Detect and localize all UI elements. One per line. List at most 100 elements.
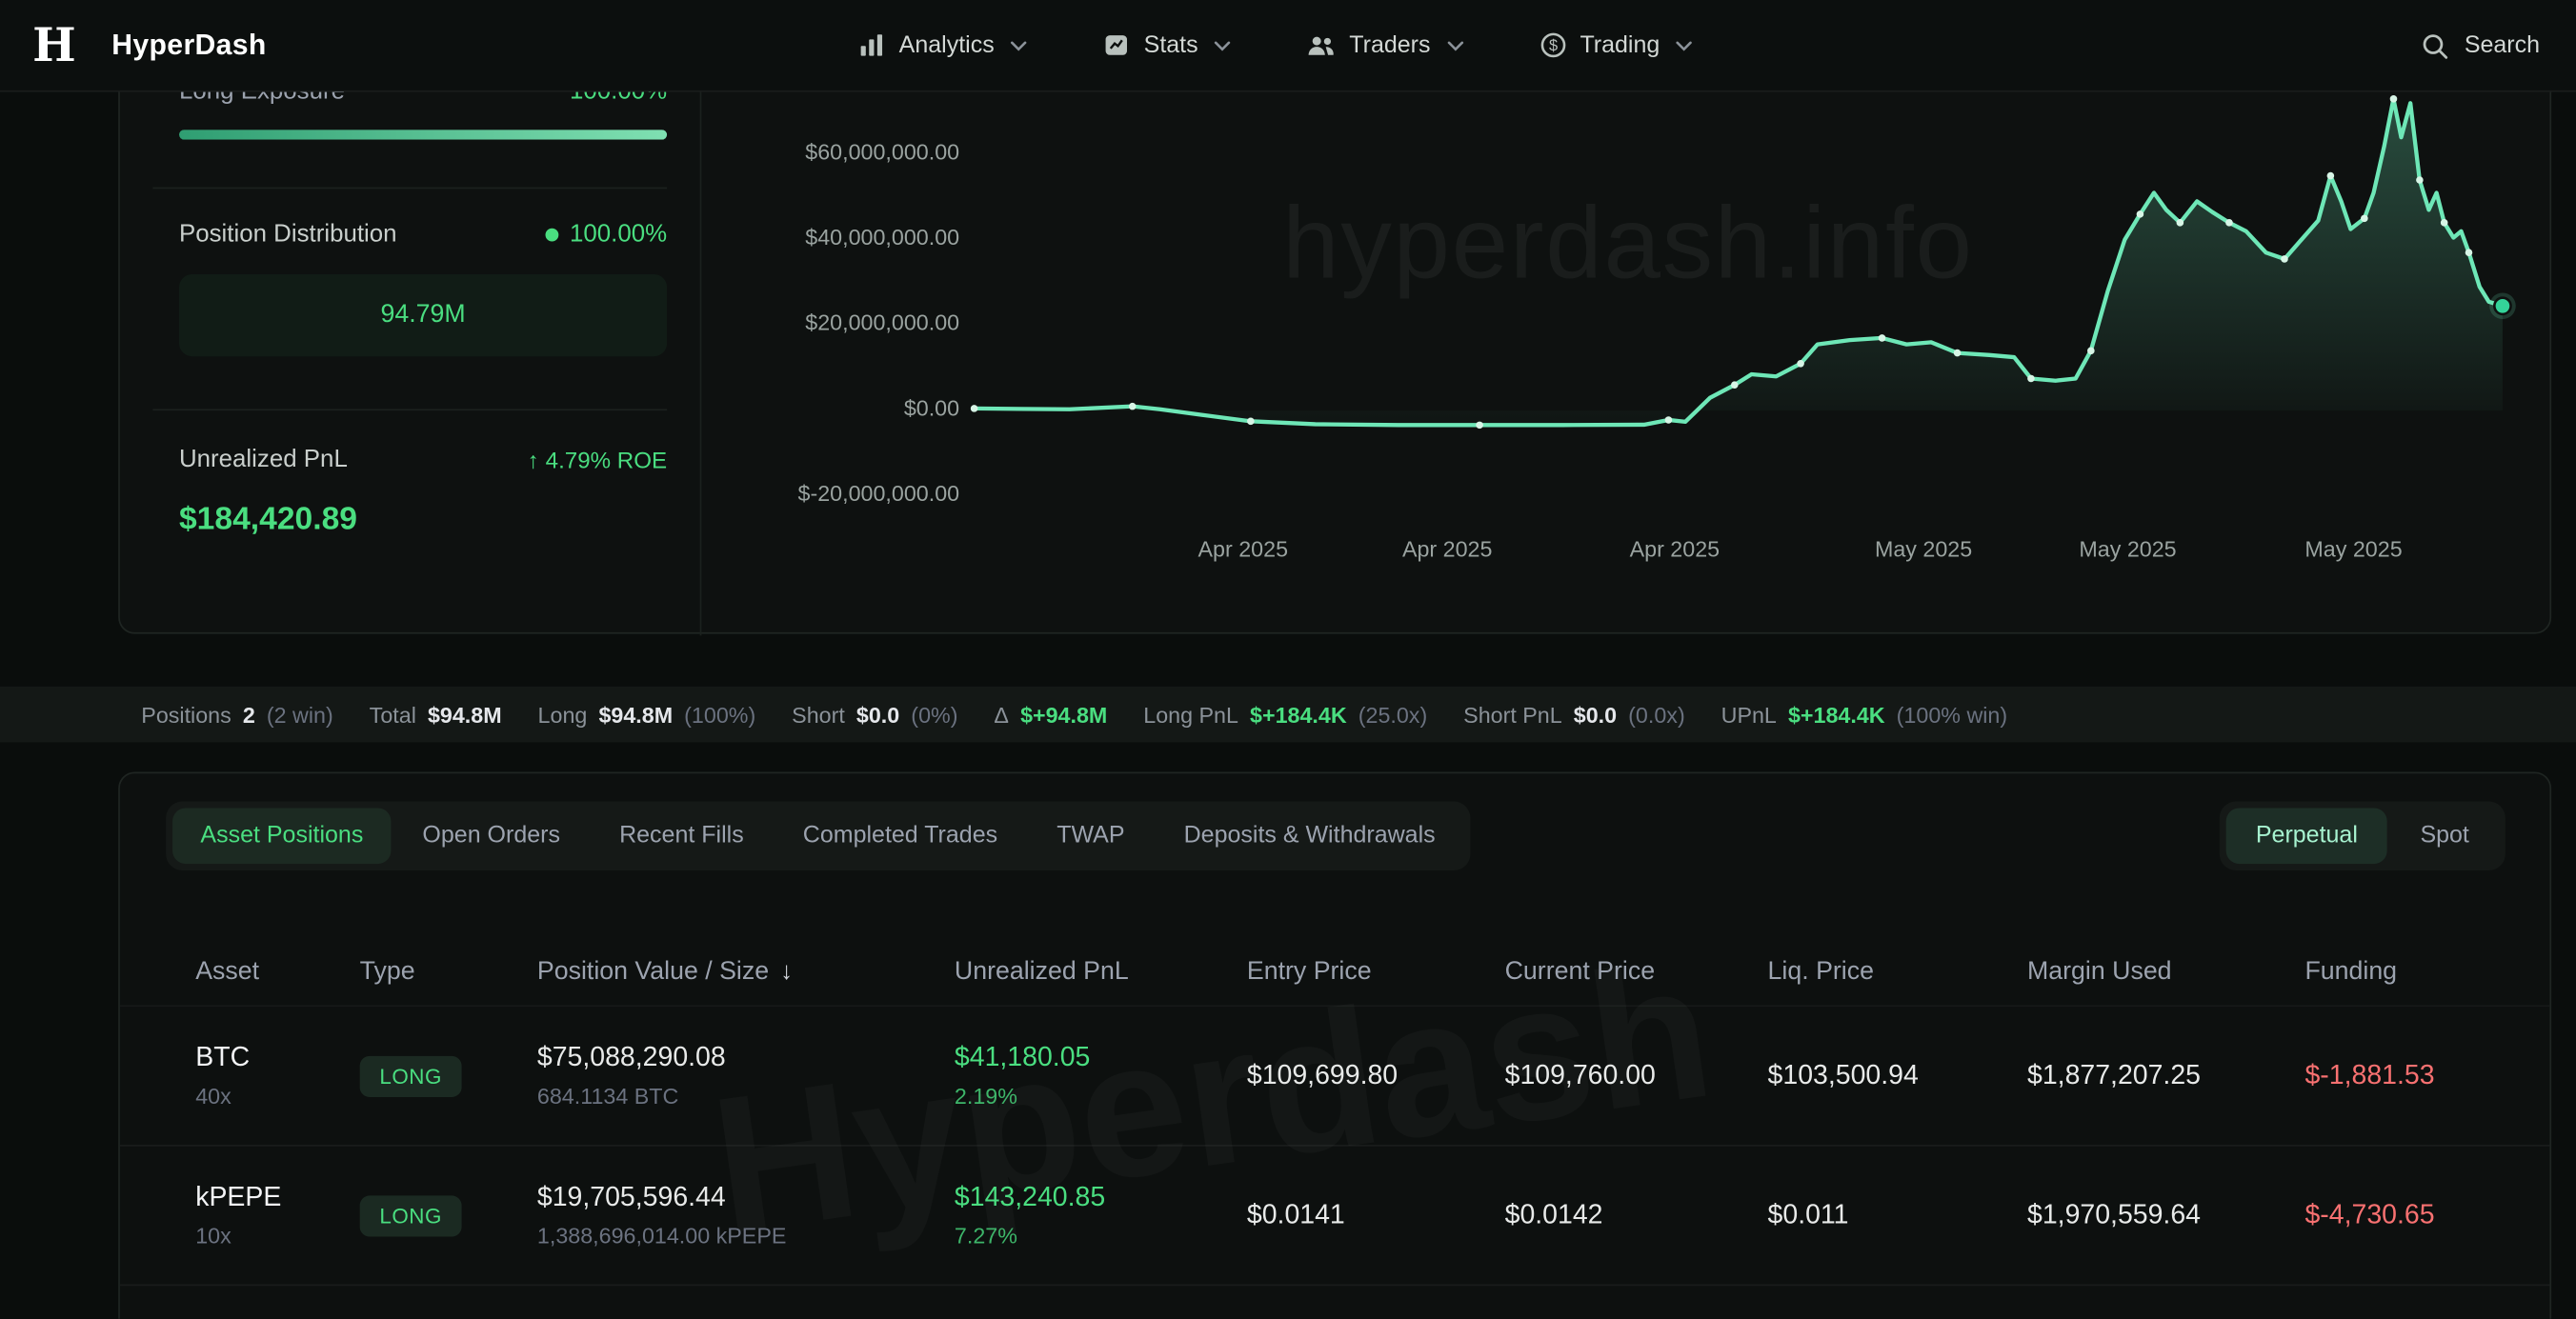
stat-value: $94.8M (598, 702, 673, 727)
cell-value: $-4,730.65 (2304, 1200, 2510, 1231)
cell-value: BTC (195, 1043, 359, 1074)
roe-value: 4.79% ROE (546, 446, 668, 472)
stat-label: Δ (994, 702, 1009, 727)
stat-item-positions: Positions 2 (2 win) (141, 702, 332, 727)
column-header-label: Type (360, 957, 415, 987)
column-header-position-value-size[interactable]: Position Value / Size↓ (537, 957, 955, 987)
tab-recent-fills[interactable]: Recent Fills (592, 808, 772, 864)
search-button[interactable]: Search (2420, 30, 2546, 60)
position-row-btc[interactable]: BTC40xLONG$75,088,290.08684.1134 BTC$41,… (120, 1007, 2550, 1147)
column-header-type[interactable]: Type (360, 957, 537, 987)
column-header-entry-price[interactable]: Entry Price (1247, 957, 1505, 987)
column-header-asset[interactable]: Asset (195, 957, 359, 987)
y-axis-label: $60,000,000.00 (805, 140, 959, 165)
y-axis-label: $40,000,000.00 (805, 225, 959, 250)
table-cell: $19,705,596.441,388,696,014.00 kPEPE (537, 1183, 955, 1249)
y-axis-label: $0.00 (904, 396, 959, 421)
stat-label: UPnL (1721, 702, 1777, 727)
chart-area-fill (975, 99, 2503, 425)
long-exposure-progress-fill (179, 130, 667, 139)
stat-item-short-pnl: Short PnL$0.0(0.0x) (1463, 702, 1685, 727)
brand-title[interactable]: HyperDash (111, 28, 266, 62)
chart-y-axis: $60,000,000.00 $40,000,000.00 $20,000,000.… (757, 93, 959, 520)
table-cell: $41,180.052.19% (955, 1043, 1247, 1109)
roe-wrap: ↑ 4.79% ROE (528, 446, 667, 472)
tab-twap[interactable]: TWAP (1029, 808, 1153, 864)
x-axis-label: Apr 2025 (1374, 537, 1521, 562)
position-distribution-value: 100.00% (570, 220, 667, 248)
stat-sub: (0.0x) (1628, 702, 1685, 727)
tab-spot[interactable]: Spot (2390, 808, 2499, 864)
portfolio-overview-card: Long Exposure 100.00% Position Distribut… (118, 0, 2551, 634)
chevron-down-icon (1447, 40, 1463, 50)
pnl-chart-plot[interactable] (975, 93, 2510, 520)
stat-sub: (25.0x) (1358, 702, 1427, 727)
analytics-bars-icon (858, 31, 886, 59)
table-cell: $109,699.80 (1247, 1060, 1505, 1091)
long-dot-icon (545, 228, 558, 241)
position-distribution-amount-box: 94.79M (179, 274, 667, 356)
cell-value: $19,705,596.44 (537, 1183, 955, 1214)
nav-item-trading[interactable]: $ Trading (1539, 31, 1692, 59)
portfolio-summary-panel: Long Exposure 100.00% Position Distribut… (120, 0, 701, 635)
tab-perpetual[interactable]: Perpetual (2226, 808, 2387, 864)
cell-value: $0.011 (1768, 1200, 2027, 1231)
position-row-kpepe[interactable]: kPEPE10xLONG$19,705,596.441,388,696,014.… (120, 1147, 2550, 1287)
table-cell: $103,500.94 (1768, 1060, 2027, 1091)
position-type-badge: LONG (360, 1055, 462, 1096)
stat-item-total: Total$94.8M (370, 702, 502, 727)
stat-value: $+184.4K (1250, 702, 1347, 727)
cell-value: $75,088,290.08 (537, 1043, 955, 1074)
cell-value: $0.0142 (1505, 1200, 1768, 1231)
table-cell: $75,088,290.08684.1134 BTC (537, 1043, 955, 1109)
tab-deposits-withdrawals[interactable]: Deposits & Withdrawals (1156, 808, 1463, 864)
stat-label: Positions (141, 702, 231, 727)
hyperdash-logo-icon[interactable]: H (30, 17, 79, 73)
x-axis-label: Apr 2025 (1169, 537, 1317, 562)
column-header-margin-used[interactable]: Margin Used (2027, 957, 2304, 987)
stat-item-: Δ$+94.8M (994, 702, 1107, 727)
chevron-down-icon (1011, 40, 1027, 50)
column-header-label: Asset (195, 957, 259, 987)
table-cell: LONG (360, 1195, 537, 1236)
column-header-current-price[interactable]: Current Price (1505, 957, 1768, 987)
cell-value: $0.0141 (1247, 1200, 1505, 1231)
stat-sub: (2 win) (267, 702, 333, 727)
nav-item-stats[interactable]: Stats (1103, 31, 1232, 59)
tab-completed-trades[interactable]: Completed Trades (775, 808, 1025, 864)
unrealized-pnl-label: Unrealized PnL (179, 445, 348, 472)
nav-item-traders[interactable]: Traders (1306, 32, 1463, 59)
position-type-badge: LONG (360, 1195, 462, 1236)
cell-subvalue: 10x (195, 1224, 359, 1249)
long-exposure-progress-bar (179, 130, 667, 139)
top-navbar: H HyperDash Analytics Stats (0, 0, 2576, 92)
nav-item-analytics[interactable]: Analytics (858, 31, 1028, 59)
x-axis-label: May 2025 (2054, 537, 2202, 562)
table-header: Asset Type Position Value / Size↓Unrealize… (120, 938, 2550, 1007)
y-axis-label: $20,000,000.00 (805, 310, 959, 335)
stat-item-short: Short$0.0(0%) (792, 702, 957, 727)
stat-value: 2 (243, 702, 255, 727)
unrealized-pnl-value: $184,420.89 (179, 501, 357, 539)
traders-people-icon (1306, 32, 1336, 59)
tab-open-orders[interactable]: Open Orders (394, 808, 588, 864)
table-cell: LONG (360, 1055, 537, 1096)
nav-item-label: Trading (1580, 32, 1660, 59)
search-icon (2420, 30, 2449, 60)
x-axis-label: May 2025 (1849, 537, 1997, 562)
column-header-funding[interactable]: Funding (2304, 957, 2510, 987)
column-header-label: Unrealized PnL (955, 957, 1129, 987)
column-header-liq-price[interactable]: Liq. Price (1768, 957, 2027, 987)
table-cell: $143,240.857.27% (955, 1183, 1247, 1249)
column-header-unrealized-pnl[interactable]: Unrealized PnL (955, 957, 1247, 987)
position-distribution-value-wrap: 100.00% (545, 220, 667, 248)
stat-item-upnl: UPnL$+184.4K(100% win) (1721, 702, 2007, 727)
x-axis-label: May 2025 (2280, 537, 2427, 562)
tab-asset-positions[interactable]: Asset Positions (172, 808, 392, 864)
chart-x-axis: Apr 2025Apr 2025Apr 2025May 2025May 2025… (757, 537, 2540, 570)
hyperdash-page: Long Exposure 100.00% Position Distribut… (0, 0, 2576, 1319)
table-body: BTC40xLONG$75,088,290.08684.1134 BTC$41,… (120, 1007, 2550, 1286)
stat-value: $0.0 (1574, 702, 1617, 727)
cell-value: $103,500.94 (1768, 1060, 2027, 1091)
cell-value: $109,699.80 (1247, 1060, 1505, 1091)
